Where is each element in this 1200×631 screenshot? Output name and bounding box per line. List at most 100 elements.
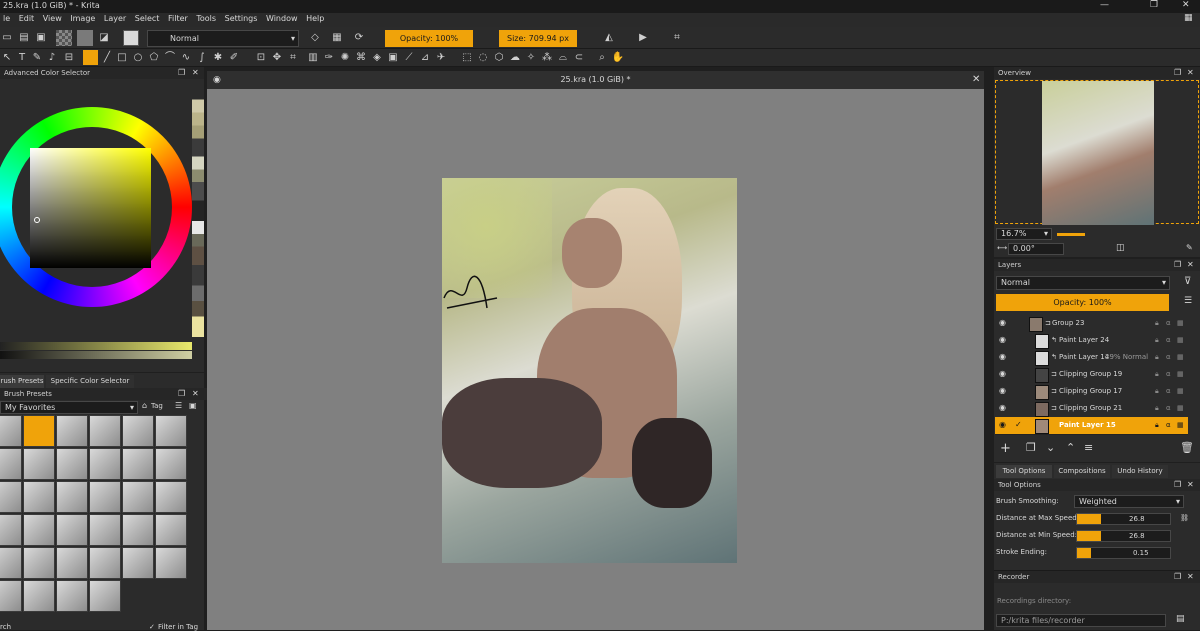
layer-properties-icon[interactable]: ≡ xyxy=(1084,441,1093,454)
brush-tile[interactable] xyxy=(89,481,121,513)
color-sampler-icon[interactable]: ✑ xyxy=(322,51,336,65)
alpha-icon[interactable]: α xyxy=(1166,332,1171,348)
reload-preset-icon[interactable]: ⟳ xyxy=(352,31,366,45)
fill-tool-icon[interactable]: ◈ xyxy=(370,51,384,65)
text-tool-icon[interactable]: T xyxy=(15,51,29,65)
inherit-alpha-icon[interactable]: ▦ xyxy=(1177,315,1184,331)
inherit-alpha-icon[interactable]: ▦ xyxy=(1177,332,1184,348)
brush-tile[interactable] xyxy=(0,415,22,447)
close-panel-icon[interactable]: ✕ xyxy=(192,389,199,398)
zoom-select[interactable]: 16.7% ▾ xyxy=(996,228,1052,240)
brush-tile[interactable] xyxy=(122,448,154,480)
color-picker-cursor[interactable] xyxy=(34,217,40,223)
rectangle-tool-icon[interactable]: □ xyxy=(115,51,129,65)
float-panel-icon[interactable]: ❐ xyxy=(1174,572,1181,581)
colorize-mask-icon[interactable]: ✺ xyxy=(338,51,352,65)
brush-tile[interactable] xyxy=(23,448,55,480)
layer-row[interactable]: ◉ ⊐ Clipping Group 17 🔒︎ α ▦ xyxy=(995,383,1188,401)
brush-tile[interactable] xyxy=(122,415,154,447)
tag-label[interactable]: Tag xyxy=(151,402,163,410)
brush-tile[interactable] xyxy=(23,580,55,612)
brush-tile[interactable] xyxy=(89,415,121,447)
brush-tile[interactable] xyxy=(155,415,187,447)
inherit-alpha-icon[interactable]: ▦ xyxy=(1177,400,1184,416)
polygon-tool-icon[interactable]: ⬠ xyxy=(147,51,161,65)
workspace-icon[interactable]: ▦ xyxy=(1184,13,1193,23)
transform-tool-icon[interactable]: ⊡ xyxy=(254,51,268,65)
tab-compositions[interactable]: Compositions xyxy=(1054,465,1110,478)
edit-shapes-icon[interactable]: ✎ xyxy=(30,51,44,65)
close-panel-icon[interactable]: ✕ xyxy=(1187,260,1194,269)
brush-tile[interactable] xyxy=(155,547,187,579)
menu-filter[interactable]: Filter xyxy=(165,13,191,24)
stroke-ending-slider[interactable]: 0.15 xyxy=(1076,547,1171,559)
brush-tile[interactable] xyxy=(56,481,88,513)
brush-tile[interactable] xyxy=(56,580,88,612)
float-panel-icon[interactable]: ❐ xyxy=(1174,480,1181,489)
inherit-alpha-icon[interactable]: ▦ xyxy=(1177,417,1184,433)
layers-menu-icon[interactable]: ☰ xyxy=(1184,296,1192,306)
add-layer-icon[interactable]: + xyxy=(1000,441,1011,456)
layer-blend-mode-select[interactable]: Normal ▾ xyxy=(996,276,1170,290)
inherit-alpha-icon[interactable]: ▦ xyxy=(1177,383,1184,399)
favorites-select[interactable]: My Favorites ▾ xyxy=(0,401,138,414)
move-tool-icon[interactable]: ✥ xyxy=(270,51,284,65)
brush-tile[interactable] xyxy=(155,448,187,480)
close-icon[interactable]: ✕ xyxy=(1182,0,1190,10)
color-swap-icon[interactable]: ◪ xyxy=(97,31,111,45)
document-tab[interactable]: ◉ 25.kra (1.0 GiB) * ✕ xyxy=(207,71,984,89)
brush-tile[interactable] xyxy=(56,514,88,546)
brush-tile[interactable] xyxy=(23,547,55,579)
eraser-icon[interactable]: ◇ xyxy=(308,31,322,45)
lock-icon[interactable]: 🔒︎ xyxy=(1155,349,1159,365)
brush-tile[interactable] xyxy=(0,580,22,612)
save-icon[interactable]: ▣ xyxy=(34,31,48,45)
link-icon[interactable]: ⛓ xyxy=(1180,511,1189,526)
visibility-eye-icon[interactable]: ◉ xyxy=(999,383,1006,399)
menu-image[interactable]: Image xyxy=(67,13,98,24)
visibility-eye-icon[interactable]: ◉ xyxy=(999,332,1006,348)
folder-icon[interactable]: ▤ xyxy=(1176,614,1185,624)
minimize-icon[interactable]: — xyxy=(1100,0,1109,10)
calligraphy-icon[interactable]: ♪ xyxy=(45,51,59,65)
brush-tile[interactable] xyxy=(0,547,22,579)
zoom-slider[interactable] xyxy=(1057,233,1085,236)
lock-icon[interactable]: 🔒︎ xyxy=(1155,315,1159,331)
select-shapes-icon[interactable]: ↖ xyxy=(0,51,14,65)
rotation-field[interactable]: 0.00° xyxy=(1008,243,1064,255)
brush-tile[interactable] xyxy=(56,448,88,480)
pan-tool-icon[interactable]: ✋ xyxy=(611,51,625,65)
layer-row[interactable]: ◉ ⊐ Group 23 🔒︎ α ▦ xyxy=(995,315,1188,333)
menu-layer[interactable]: Layer xyxy=(101,13,129,24)
brush-tile[interactable] xyxy=(89,448,121,480)
brush-tile[interactable] xyxy=(23,514,55,546)
saturation-value-square[interactable] xyxy=(30,148,151,268)
inherit-alpha-icon[interactable]: ▦ xyxy=(1177,349,1184,365)
brush-smoothing-select[interactable]: Weighted ▾ xyxy=(1074,495,1184,508)
duplicate-layer-icon[interactable]: ❐ xyxy=(1026,441,1036,454)
move-up-icon[interactable]: ⌃ xyxy=(1066,441,1075,454)
tag-icon[interactable]: ⌂ xyxy=(142,401,147,410)
color-history-strip[interactable] xyxy=(192,79,204,337)
wrap-around-icon[interactable]: ⌗ xyxy=(670,31,684,45)
ellipse-select-icon[interactable]: ◌ xyxy=(476,51,490,65)
menu-tools[interactable]: Tools xyxy=(193,13,219,24)
overview-preview[interactable] xyxy=(995,80,1199,225)
brush-tile[interactable] xyxy=(122,547,154,579)
float-panel-icon[interactable]: ❐ xyxy=(178,389,185,398)
tab-specific-color-selector[interactable]: Specific Color Selector xyxy=(46,375,134,388)
shade-selector-bar-1[interactable] xyxy=(0,342,192,350)
assistant-icon[interactable]: ⊟ xyxy=(62,51,76,65)
lock-icon[interactable]: 🔒︎ xyxy=(1155,400,1159,416)
brush-tile[interactable] xyxy=(122,514,154,546)
blend-mode-select[interactable]: Normal ▾ xyxy=(147,30,299,47)
brush-tile[interactable] xyxy=(155,481,187,513)
crop-tool-icon[interactable]: ⌗ xyxy=(286,51,300,65)
layer-row[interactable]: ◉ ⊐ Clipping Group 21 🔒︎ α ▦ xyxy=(995,400,1188,418)
magnetic-select-icon[interactable]: ⊂ xyxy=(572,51,586,65)
ellipse-tool-icon[interactable]: ○ xyxy=(131,51,145,65)
menu-file[interactable]: le xyxy=(0,13,13,24)
menu-help[interactable]: Help xyxy=(303,13,327,24)
brush-tile[interactable] xyxy=(56,415,88,447)
gradient-tool-icon[interactable]: ▥ xyxy=(306,51,320,65)
